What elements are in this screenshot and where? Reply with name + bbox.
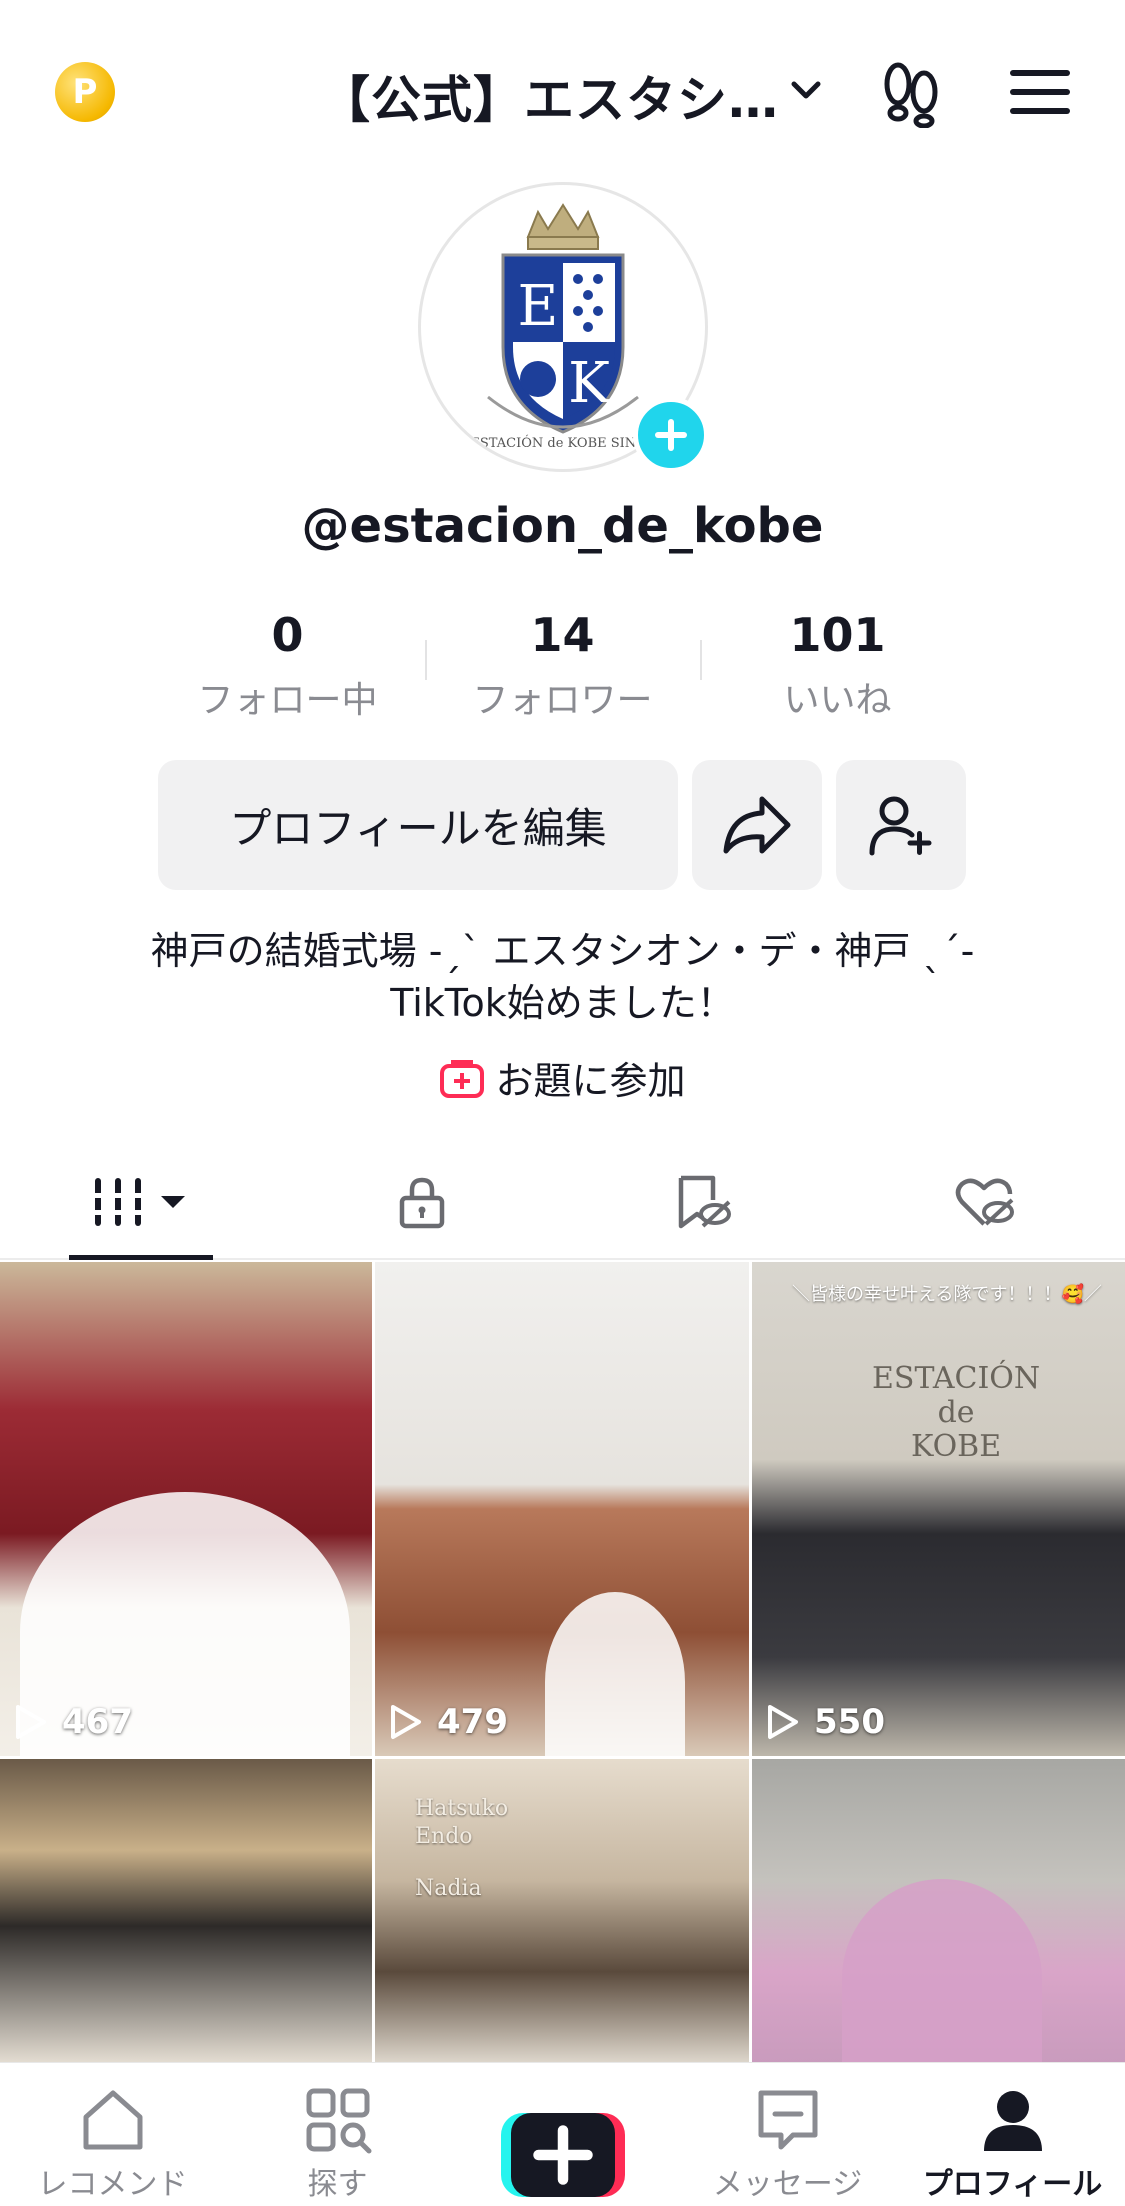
plus-icon <box>655 419 687 451</box>
nav-label: メッセージ <box>712 2167 863 2202</box>
lock-icon <box>399 1177 445 1228</box>
video-thumbnail[interactable] <box>0 1759 372 2062</box>
view-count: 550 <box>766 1702 885 1742</box>
menu-icon[interactable] <box>1010 66 1070 118</box>
video-grid: 467 479 ＼皆様の幸せ叶える隊です！！！🥰／ ESTACIÓN de KO… <box>0 1262 1125 2062</box>
play-icon <box>16 1705 46 1739</box>
stat-label: いいね <box>783 679 892 721</box>
coin-icon[interactable]: P <box>55 62 115 122</box>
stat-likes[interactable]: 101 いいね <box>700 610 975 730</box>
profile-actions: プロフィールを編集 <box>158 760 966 890</box>
video-thumbnail[interactable]: 479 <box>375 1262 749 1756</box>
topic-plus-icon <box>440 1059 485 1098</box>
crest-ribbon-text: ESTACIÓN de KOBE SINCE <box>470 434 655 451</box>
coin-glyph: P <box>72 72 98 112</box>
stats-row: 0 フォロー中 14 フォロワー 101 いいね <box>150 610 975 730</box>
view-count: 479 <box>389 1702 508 1742</box>
nav-discover[interactable]: 探す <box>225 2063 450 2206</box>
tab-private[interactable] <box>281 1145 562 1258</box>
view-count-value: 550 <box>814 1702 885 1742</box>
profile-tabs <box>0 1145 1125 1260</box>
overlay-line: Endo <box>415 1824 473 1849</box>
add-friend-button[interactable] <box>836 760 966 890</box>
inbox-icon <box>758 2090 817 2150</box>
profile-icon <box>983 2091 1042 2151</box>
grid-icon <box>92 1177 185 1226</box>
crest-letter-k: K <box>568 351 611 416</box>
nav-home[interactable]: レコメンド <box>0 2063 225 2206</box>
thumbnail-caption: ＼皆様の幸せ叶える隊です！！！🥰／ <box>792 1284 1102 1305</box>
tab-liked[interactable] <box>844 1145 1125 1258</box>
sign-line: KOBE <box>910 1429 1002 1464</box>
thumbnail-figure <box>545 1592 685 1756</box>
nav-create[interactable] <box>450 2063 675 2206</box>
topic-label: お題に参加 <box>495 1059 686 1103</box>
join-topic-link[interactable]: お題に参加 <box>0 1050 1125 1105</box>
bottom-nav: レコメンド 探す メッセージ プロフィール <box>0 2062 1125 2206</box>
sign-line: ESTACIÓN <box>872 1361 1041 1396</box>
tab-videos[interactable] <box>0 1145 281 1258</box>
plus-icon <box>532 2125 593 2185</box>
home-icon <box>83 2090 142 2150</box>
top-bar: P 【公式】エスタシ… <box>0 0 1125 180</box>
tab-saved[interactable] <box>563 1145 844 1258</box>
avatar-wrapper: E K ESTACIÓN de KOBE SINCE <box>418 182 709 473</box>
share-arrow-icon <box>723 796 791 854</box>
bio-line: TikTok始めました！ <box>390 981 735 1025</box>
account-switcher-title[interactable]: 【公式】エスタシ… <box>320 60 779 132</box>
create-icon <box>500 2113 625 2197</box>
bookmark-hidden-icon <box>678 1175 732 1228</box>
thumbnail-sign: ESTACIÓN de KOBE <box>872 1362 1040 1464</box>
add-person-icon <box>869 796 932 856</box>
view-count-value: 467 <box>62 1702 133 1742</box>
nav-label: プロフィール <box>922 2167 1103 2202</box>
chevron-down-icon[interactable] <box>786 70 826 110</box>
stat-value: 0 <box>271 608 304 662</box>
stat-label: フォロワー <box>472 679 653 721</box>
edit-profile-button[interactable]: プロフィールを編集 <box>158 760 678 890</box>
discover-icon <box>306 2088 371 2154</box>
nav-inbox[interactable]: メッセージ <box>675 2063 900 2206</box>
overlay-line <box>415 1851 508 1875</box>
video-thumbnail[interactable]: ＼皆様の幸せ叶える隊です！！！🥰／ ESTACIÓN de KOBE 550 <box>752 1262 1125 1756</box>
nav-label: レコメンド <box>37 2167 188 2202</box>
video-thumbnail[interactable]: 467 <box>0 1262 372 1756</box>
heart-hidden-icon <box>956 1178 1015 1226</box>
stat-following[interactable]: 0 フォロー中 <box>150 610 425 730</box>
share-profile-button[interactable] <box>692 760 822 890</box>
stat-value: 14 <box>530 608 595 662</box>
video-thumbnail[interactable]: Hatsuko Endo Nadia <box>375 1759 749 2062</box>
username-handle: @estacion_de_kobe <box>301 498 824 554</box>
view-count: 467 <box>14 1702 133 1742</box>
bio-line: 神戸の結婚式場 -ˏˋ エスタシオン・デ・神戸 ˎˊ- <box>150 929 975 973</box>
view-count-value: 479 <box>437 1702 508 1742</box>
play-icon <box>768 1705 798 1739</box>
nav-label: 探す <box>307 2167 368 2202</box>
video-thumbnail[interactable] <box>752 1759 1125 2062</box>
add-avatar-button[interactable] <box>633 397 709 473</box>
footprint-icon[interactable] <box>876 58 946 128</box>
stat-label: フォロー中 <box>197 679 378 721</box>
stat-value: 101 <box>789 608 886 662</box>
play-icon <box>391 1705 421 1739</box>
thumbnail-overlay-text: Hatsuko Endo Nadia <box>415 1795 508 1903</box>
stat-followers[interactable]: 14 フォロワー <box>425 610 700 730</box>
nav-profile[interactable]: プロフィール <box>900 2063 1125 2206</box>
crest-letter-e: E <box>518 274 559 339</box>
sign-line: de <box>937 1395 975 1430</box>
profile-bio: 神戸の結婚式場 -ˏˋ エスタシオン・デ・神戸 ˎˊ- TikTok始めました！ <box>0 925 1125 1029</box>
overlay-line: Hatsuko <box>415 1796 509 1821</box>
thumbnail-figure <box>842 1879 1042 2062</box>
overlay-line: Nadia <box>415 1876 482 1901</box>
